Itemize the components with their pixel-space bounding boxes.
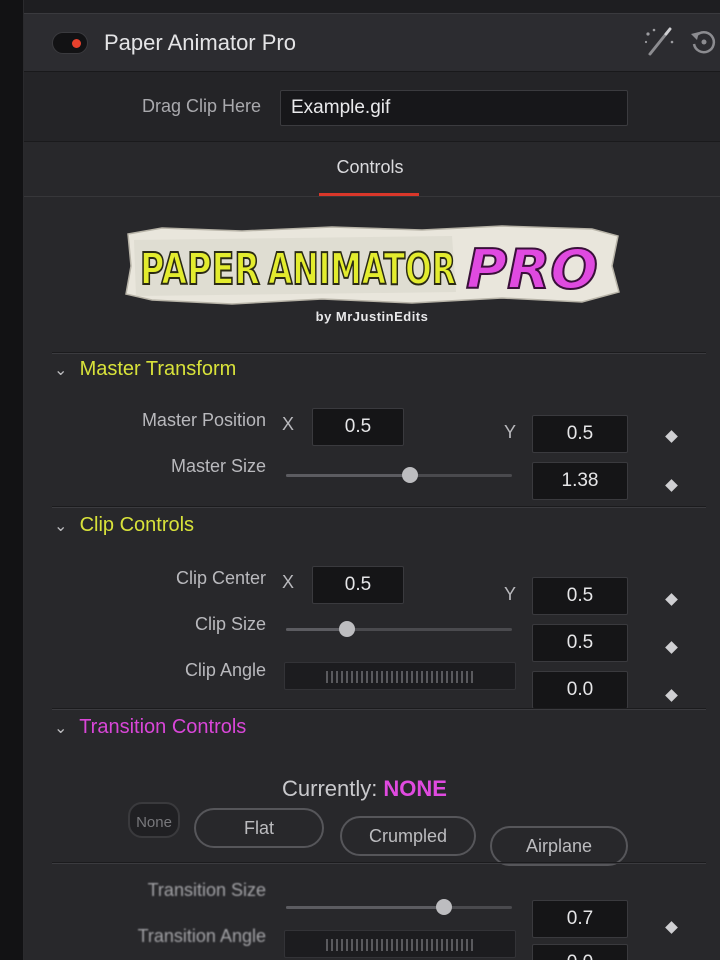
- x-axis-label: X: [282, 414, 295, 434]
- tab-controls[interactable]: Controls: [320, 157, 420, 178]
- section-title: Master Transform: [79, 358, 237, 380]
- clip-center-y-field[interactable]: 0.5: [532, 577, 628, 615]
- slider-fill: [286, 628, 348, 631]
- transition-angle-label: Transition Angle: [137, 926, 266, 946]
- section-divider: [52, 352, 706, 354]
- transition-size-label: Transition Size: [147, 880, 266, 900]
- transition-option-flat[interactable]: Flat: [194, 808, 324, 848]
- reset-icon[interactable]: [688, 26, 720, 58]
- keyframe-diamond-icon[interactable]: [665, 689, 678, 702]
- clip-angle-label: Clip Angle: [184, 660, 266, 680]
- logo-word-pro: PRO: [466, 238, 598, 301]
- master-x-field[interactable]: 0.5: [312, 408, 404, 446]
- slider-fill: [286, 906, 445, 909]
- transition-angle-field[interactable]: 0.0: [532, 944, 628, 960]
- paper-animator-pro-logo: PAPER ANIMATOR PRO: [125, 225, 620, 305]
- section-title: Transition Controls: [79, 716, 247, 738]
- keyframe-diamond-icon[interactable]: [665, 921, 678, 934]
- clip-size-slider[interactable]: [286, 621, 512, 637]
- section-divider: [52, 708, 706, 710]
- effect-enable-toggle[interactable]: [52, 32, 88, 54]
- magic-wand-icon[interactable]: [640, 26, 676, 58]
- y-axis-label: Y: [504, 422, 517, 442]
- tab-active-indicator: [319, 193, 419, 196]
- jog-ticks: [326, 671, 474, 683]
- y-axis-label: Y: [504, 584, 517, 604]
- logo-word-paper: PAPER: [140, 244, 260, 295]
- transition-angle-jog-wheel[interactable]: [284, 930, 516, 958]
- transition-status: Currently: NONE: [282, 776, 447, 802]
- section-transition-controls[interactable]: ⌄ Transition Controls: [54, 716, 246, 739]
- slider-knob[interactable]: [339, 621, 356, 637]
- left-edge-strip: [0, 0, 24, 960]
- keyframe-diamond-icon[interactable]: [665, 641, 678, 654]
- transition-size-slider[interactable]: [286, 899, 512, 915]
- keyframe-diamond-icon[interactable]: [665, 479, 678, 492]
- section-divider: [52, 862, 706, 864]
- inspector-panel: Paper Animator Pro Drag Clip Here Exampl…: [24, 0, 720, 960]
- section-title: Clip Controls: [79, 514, 195, 536]
- slider-knob[interactable]: [436, 899, 453, 915]
- section-master-transform[interactable]: ⌄ Master Transform: [54, 358, 236, 381]
- effect-title: Paper Animator Pro: [104, 30, 296, 55]
- clip-size-field[interactable]: 0.5: [532, 624, 628, 662]
- clip-angle-jog-wheel[interactable]: [284, 662, 516, 690]
- transition-option-airplane[interactable]: Airplane: [490, 826, 628, 866]
- jog-ticks: [326, 939, 474, 951]
- clip-file-field[interactable]: Example.gif: [280, 90, 628, 126]
- drag-clip-label: Drag Clip Here: [142, 96, 262, 116]
- transition-option-crumpled[interactable]: Crumpled: [340, 816, 476, 856]
- master-size-label: Master Size: [170, 456, 266, 476]
- slider-fill: [286, 474, 411, 477]
- transition-option-none[interactable]: None: [128, 802, 180, 838]
- chevron-down-icon: ⌄: [54, 720, 68, 737]
- top-strip: [24, 0, 720, 14]
- keyframe-diamond-icon[interactable]: [665, 593, 678, 606]
- section-divider: [52, 506, 706, 508]
- clip-center-x-field[interactable]: 0.5: [312, 566, 404, 604]
- clip-size-label: Clip Size: [194, 614, 266, 634]
- x-axis-label: X: [282, 572, 295, 592]
- section-clip-controls[interactable]: ⌄ Clip Controls: [54, 514, 194, 537]
- logo-byline: by MrJustinEdits: [315, 309, 429, 324]
- chevron-down-icon: ⌄: [54, 518, 68, 535]
- clip-input-row: Drag Clip Here Example.gif: [24, 72, 720, 142]
- clip-center-label: Clip Center: [175, 568, 266, 588]
- transition-size-field[interactable]: 0.7: [532, 900, 628, 938]
- keyframe-diamond-icon[interactable]: [665, 430, 678, 443]
- master-y-field[interactable]: 0.5: [532, 415, 628, 453]
- tab-bar: Controls: [24, 143, 720, 197]
- chevron-down-icon: ⌄: [54, 362, 68, 379]
- effect-header: Paper Animator Pro: [24, 14, 720, 72]
- master-size-field[interactable]: 1.38: [532, 462, 628, 500]
- slider-knob[interactable]: [402, 467, 419, 483]
- master-position-label: Master Position: [141, 410, 266, 430]
- logo-word-animator: ANIMATOR: [268, 244, 456, 295]
- currently-label: Currently:: [282, 776, 378, 801]
- clip-angle-field[interactable]: 0.0: [532, 671, 628, 709]
- currently-value: NONE: [383, 776, 447, 801]
- toggle-dot: [72, 39, 81, 48]
- master-size-slider[interactable]: [286, 467, 512, 483]
